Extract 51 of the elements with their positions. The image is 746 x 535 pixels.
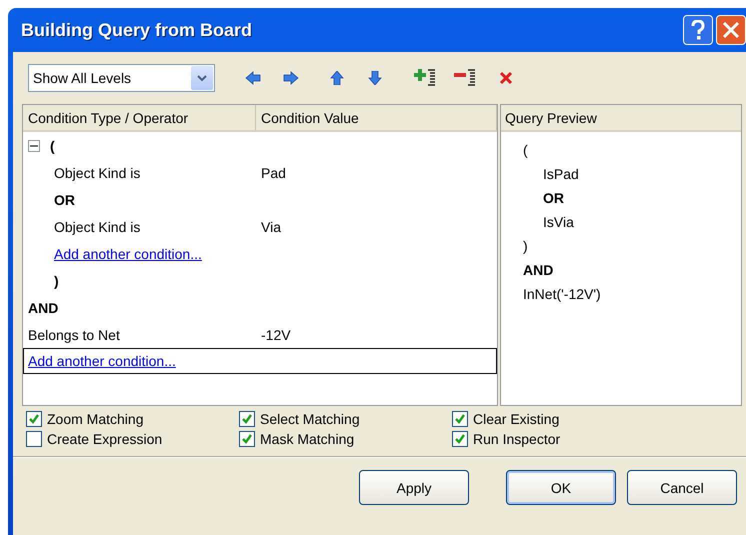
- dialog-button[interactable]: Cancel: [627, 470, 737, 505]
- column-header: Query Preview: [501, 105, 741, 132]
- preview-text: IsPad: [543, 166, 579, 182]
- question-mark-icon: [691, 20, 705, 40]
- down-arrow-icon[interactable]: [367, 71, 383, 85]
- preview-text: ): [523, 238, 528, 254]
- window-title: Building Query from Board: [21, 20, 254, 40]
- preview-text: InNet('-12V'): [523, 286, 601, 302]
- left-arrow-icon[interactable]: [245, 71, 261, 85]
- checkbox-label[interactable]: Select Matching: [260, 411, 360, 427]
- checkbox-label[interactable]: Create Expression: [47, 431, 162, 447]
- condition-type: Object Kind is: [54, 164, 140, 180]
- condition-type: Belongs to Net: [28, 326, 120, 342]
- condition-value: -12V: [260, 326, 291, 342]
- close-icon: [722, 21, 740, 39]
- help-button[interactable]: [683, 15, 713, 45]
- close-button[interactable]: [716, 15, 746, 45]
- delete-icon[interactable]: [499, 71, 513, 85]
- checkbox[interactable]: [452, 411, 468, 427]
- open-bracket: (: [50, 138, 55, 154]
- operator-label: OR: [54, 192, 75, 208]
- close-bracket: ): [54, 272, 59, 288]
- checkbox-label[interactable]: Clear Existing: [473, 411, 560, 427]
- checkbox[interactable]: [239, 431, 255, 447]
- checkbox-label[interactable]: Mask Matching: [260, 431, 354, 447]
- right-arrow-icon[interactable]: [283, 71, 299, 85]
- dialog-button[interactable]: OK: [506, 470, 616, 505]
- add-condition-link[interactable]: Add another condition...: [54, 246, 202, 262]
- level-dropdown[interactable]: Show All Levels: [28, 64, 215, 92]
- checkbox-label[interactable]: Zoom Matching: [47, 411, 144, 427]
- checkbox[interactable]: [26, 411, 42, 427]
- collapse-icon[interactable]: [28, 140, 40, 152]
- remove-row-icon[interactable]: [453, 68, 477, 88]
- operator-label: AND: [28, 300, 58, 316]
- checkbox[interactable]: [452, 431, 468, 447]
- preview-text: IsVia: [543, 214, 574, 230]
- add-row-icon[interactable]: [413, 68, 437, 88]
- column-header[interactable]: Condition Value: [256, 105, 497, 130]
- preview-text: (: [523, 142, 528, 158]
- checkbox-label[interactable]: Run Inspector: [473, 431, 560, 447]
- preview-operator: AND: [523, 262, 554, 278]
- condition-value: Via: [260, 218, 281, 234]
- dialog-button[interactable]: Apply: [359, 470, 469, 505]
- up-arrow-icon[interactable]: [329, 71, 345, 85]
- preview-operator: OR: [543, 190, 564, 206]
- checkbox[interactable]: [239, 411, 255, 427]
- add-condition-link[interactable]: Add another condition...: [28, 353, 176, 369]
- condition-type: Object Kind is: [54, 218, 140, 234]
- column-header[interactable]: Condition Type / Operator: [23, 105, 256, 130]
- checkbox[interactable]: [26, 431, 42, 447]
- condition-value: Pad: [260, 164, 286, 180]
